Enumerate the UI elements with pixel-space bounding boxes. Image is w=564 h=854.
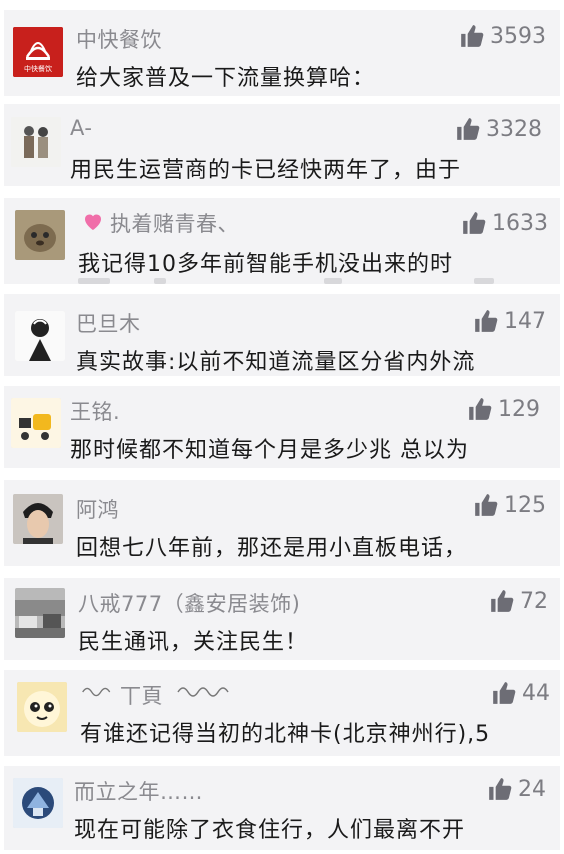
avatar-cartoon-face-icon xyxy=(17,682,67,732)
avatar[interactable]: 中快餐饮 xyxy=(13,27,63,77)
commenter-name[interactable]: 执着赌青春、 xyxy=(110,208,239,238)
comment-text: 有谁还记得当初的北神卡(北京神州行),5 xyxy=(80,722,491,747)
thumbs-up-icon xyxy=(475,494,498,516)
like-count[interactable]: 72 xyxy=(489,588,548,614)
commenter-name[interactable]: 王铭. xyxy=(70,396,120,426)
commenter-name[interactable]: 而立之年…… xyxy=(74,776,203,806)
comment-card[interactable]: 巴旦木 147 真实故事:以前不知道流量区分省内外流 xyxy=(4,294,560,376)
like-count-value: 125 xyxy=(504,492,546,518)
comment-text: 用民生运营商的卡已经快两年了，由于 xyxy=(70,158,462,183)
comment-card[interactable]: 丅頁 44 有谁还记得当初的北神卡(北京神州行),5 xyxy=(4,670,560,756)
like-count[interactable]: 24 xyxy=(487,776,546,802)
avatar-street-photo-icon xyxy=(15,588,65,638)
like-count-value: 129 xyxy=(498,396,540,422)
like-count-value: 3328 xyxy=(486,116,542,142)
comment-card[interactable]: 中快餐饮 中快餐饮 3593 给大家普及一下流量换算哈： xyxy=(4,10,560,96)
comment-text: 我记得10多年前智能手机没出来的时 xyxy=(78,252,453,277)
like-count[interactable]: 3328 xyxy=(455,116,542,142)
avatar[interactable] xyxy=(15,311,65,361)
comment-card[interactable]: 王铭. 129 那时候都不知道每个月是多少兆 总以为 xyxy=(4,386,560,468)
comment-card[interactable]: 而立之年…… 24 现在可能除了衣食住行，人们最离不开 xyxy=(4,766,560,850)
like-count[interactable]: 3593 xyxy=(459,23,546,49)
thumbs-up-icon xyxy=(475,310,498,332)
avatar-animal-icon xyxy=(15,210,65,260)
cut-off-text-line xyxy=(78,278,110,284)
heart-icon xyxy=(85,214,101,230)
commenter-name[interactable]: 中快餐饮 xyxy=(76,24,162,54)
commenter-name[interactable]: 巴旦木 xyxy=(76,308,141,338)
cut-off-text-line xyxy=(154,278,166,284)
comment-card[interactable]: 阿鸿 125 回想七八年前，那还是用小直板电话， xyxy=(4,480,560,566)
avatar-cartoon-icon xyxy=(11,398,61,448)
comment-card[interactable]: A- 3328 用民生运营商的卡已经快两年了，由于 xyxy=(4,104,560,186)
restaurant-logo-icon: 中快餐饮 xyxy=(13,27,63,77)
avatar-art-icon xyxy=(13,778,63,828)
comment-text: 那时候都不知道每个月是多少兆 总以为 xyxy=(70,438,469,463)
avatar[interactable] xyxy=(15,588,65,638)
commenter-name[interactable]: 丅頁 xyxy=(120,680,163,710)
thumbs-up-icon xyxy=(457,118,480,140)
commenter-name[interactable]: 八戒777（鑫安居装饰) xyxy=(78,588,300,618)
comment-text: 民生通讯，关注民生！ xyxy=(78,630,309,655)
avatar[interactable] xyxy=(15,210,65,260)
thumbs-up-icon xyxy=(491,590,514,612)
like-count[interactable]: 1633 xyxy=(461,210,548,236)
thumbs-up-icon xyxy=(461,25,484,47)
thumbs-up-icon xyxy=(493,682,516,704)
commenter-name[interactable]: 阿鸿 xyxy=(76,494,119,524)
svg-text:中快餐饮: 中快餐饮 xyxy=(24,64,52,73)
avatar[interactable] xyxy=(13,494,63,544)
thumbs-up-icon xyxy=(489,778,512,800)
comment-card[interactable]: 执着赌青春、 1633 我记得10多年前智能手机没出来的时 xyxy=(4,198,560,284)
like-count[interactable]: 125 xyxy=(473,492,546,518)
like-count-value: 24 xyxy=(518,776,546,802)
avatar[interactable] xyxy=(11,117,61,167)
like-count-value: 44 xyxy=(522,680,550,706)
comment-text: 真实故事:以前不知道流量区分省内外流 xyxy=(76,350,476,375)
decorative-swirl-icon xyxy=(82,687,111,697)
avatar[interactable] xyxy=(13,778,63,828)
avatar-person-icon xyxy=(13,494,63,544)
like-count[interactable]: 147 xyxy=(473,308,546,334)
cut-off-text-line xyxy=(324,278,342,284)
avatar[interactable] xyxy=(11,398,61,448)
cut-off-text-line xyxy=(474,278,494,284)
comment-card[interactable]: 八戒777（鑫安居装饰) 72 民生通讯，关注民生！ xyxy=(4,578,560,660)
avatar-person-icon xyxy=(15,311,65,361)
like-count-value: 72 xyxy=(520,588,548,614)
avatar[interactable] xyxy=(17,682,67,732)
like-count-value: 1633 xyxy=(492,210,548,236)
commenter-name[interactable]: A- xyxy=(70,116,92,140)
like-count-value: 3593 xyxy=(490,23,546,49)
like-count-value: 147 xyxy=(504,308,546,334)
like-count[interactable]: 44 xyxy=(491,680,550,706)
comment-text: 回想七八年前，那还是用小直板电话， xyxy=(76,536,468,561)
comment-text: 现在可能除了衣食住行，人们最离不开 xyxy=(74,818,466,843)
avatar-figures-icon xyxy=(11,117,61,167)
thumbs-up-icon xyxy=(463,212,486,234)
decorative-swirl-icon xyxy=(177,687,229,697)
like-count[interactable]: 129 xyxy=(467,396,540,422)
thumbs-up-icon xyxy=(469,398,492,420)
comment-text: 给大家普及一下流量换算哈： xyxy=(76,66,376,91)
